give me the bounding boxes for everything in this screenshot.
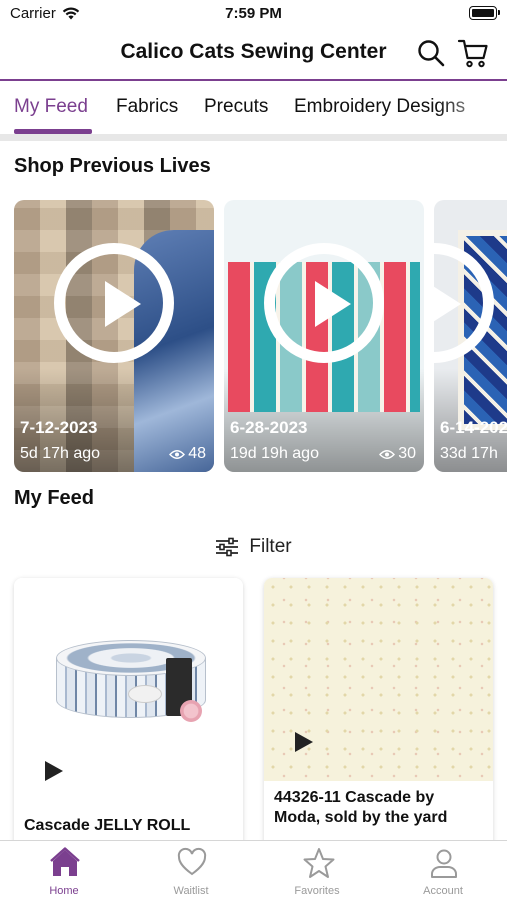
search-button[interactable] (416, 38, 446, 68)
live-age: 19d 19h ago (230, 445, 319, 462)
play-icon[interactable] (294, 731, 314, 753)
filter-button[interactable]: Filter (0, 532, 507, 562)
view-count: 30 (398, 445, 416, 462)
product-title: Cascade JELLY ROLL (24, 817, 191, 834)
filter-label: Filter (249, 536, 292, 557)
product-card[interactable]: 44326-11 Cascade by Moda, sold by the ya… (264, 578, 493, 848)
person-icon (431, 849, 457, 878)
tabbar-favorites[interactable]: Favorites (267, 841, 367, 900)
previous-lives-carousel[interactable]: 7-12-2023 5d 17h ago 48 6-28-2023 19d 19… (0, 200, 507, 472)
status-time: 7:59 PM (225, 5, 282, 22)
play-icon (434, 286, 461, 322)
section-title-my-feed: My Feed (14, 487, 95, 509)
tab-precuts[interactable]: Precuts (204, 96, 268, 118)
eye-icon (169, 449, 186, 459)
star-icon (303, 848, 335, 878)
tabbar-account[interactable]: Account (393, 841, 493, 900)
tab-my-feed[interactable]: My Feed (14, 96, 88, 118)
bottom-tab-bar: Home Waitlist Favorites Account (0, 840, 507, 900)
play-button[interactable] (54, 243, 174, 363)
live-age: 5d 17h ago (20, 445, 101, 462)
product-title: 44326-11 Cascade by Moda, sold by the ya… (274, 789, 448, 826)
cart-button[interactable] (457, 38, 488, 68)
play-button[interactable] (264, 243, 384, 363)
tabs-fade (437, 82, 507, 136)
jelly-roll-image (56, 640, 206, 730)
header-divider (0, 79, 507, 81)
cart-icon (457, 39, 488, 68)
live-card[interactable]: 6-14-202 33d 17h (434, 200, 507, 472)
play-icon (315, 281, 351, 327)
play-icon (105, 281, 141, 327)
tabbar-home-label: Home (49, 885, 79, 897)
live-card[interactable]: 6-28-2023 19d 19h ago 30 (224, 200, 424, 472)
live-card[interactable]: 7-12-2023 5d 17h ago 48 (14, 200, 214, 472)
tabbar-waitlist[interactable]: Waitlist (141, 841, 241, 900)
search-icon (418, 40, 445, 67)
product-image (14, 578, 243, 781)
live-date: 7-12-2023 (20, 418, 98, 437)
product-card[interactable]: Cascade JELLY ROLL (14, 578, 243, 848)
live-views: 30 (379, 445, 416, 463)
app-header: Calico Cats Sewing Center (0, 28, 507, 80)
battery-icon (469, 6, 500, 20)
sliders-icon (216, 537, 239, 557)
live-age: 33d 17h (440, 445, 498, 462)
eye-icon (379, 449, 396, 459)
live-date: 6-28-2023 (230, 418, 308, 437)
tabs-divider (0, 134, 507, 141)
section-title-previous-lives: Shop Previous Lives (14, 155, 211, 177)
home-icon (50, 847, 80, 876)
category-tabs: My Feed Fabrics Precuts Embroidery Desig… (0, 82, 507, 136)
view-count: 48 (188, 445, 206, 462)
live-views: 48 (169, 445, 206, 463)
play-icon[interactable] (44, 760, 64, 782)
heart-icon (177, 847, 207, 876)
status-bar: Carrier 7:59 PM (0, 0, 507, 28)
tabbar-favorites-label: Favorites (294, 885, 340, 897)
tabbar-waitlist-label: Waitlist (173, 885, 209, 897)
tabbar-account-label: Account (423, 885, 463, 897)
tab-fabrics[interactable]: Fabrics (116, 96, 178, 118)
tabbar-home[interactable]: Home (14, 841, 114, 900)
live-date: 6-14-202 (440, 418, 507, 437)
